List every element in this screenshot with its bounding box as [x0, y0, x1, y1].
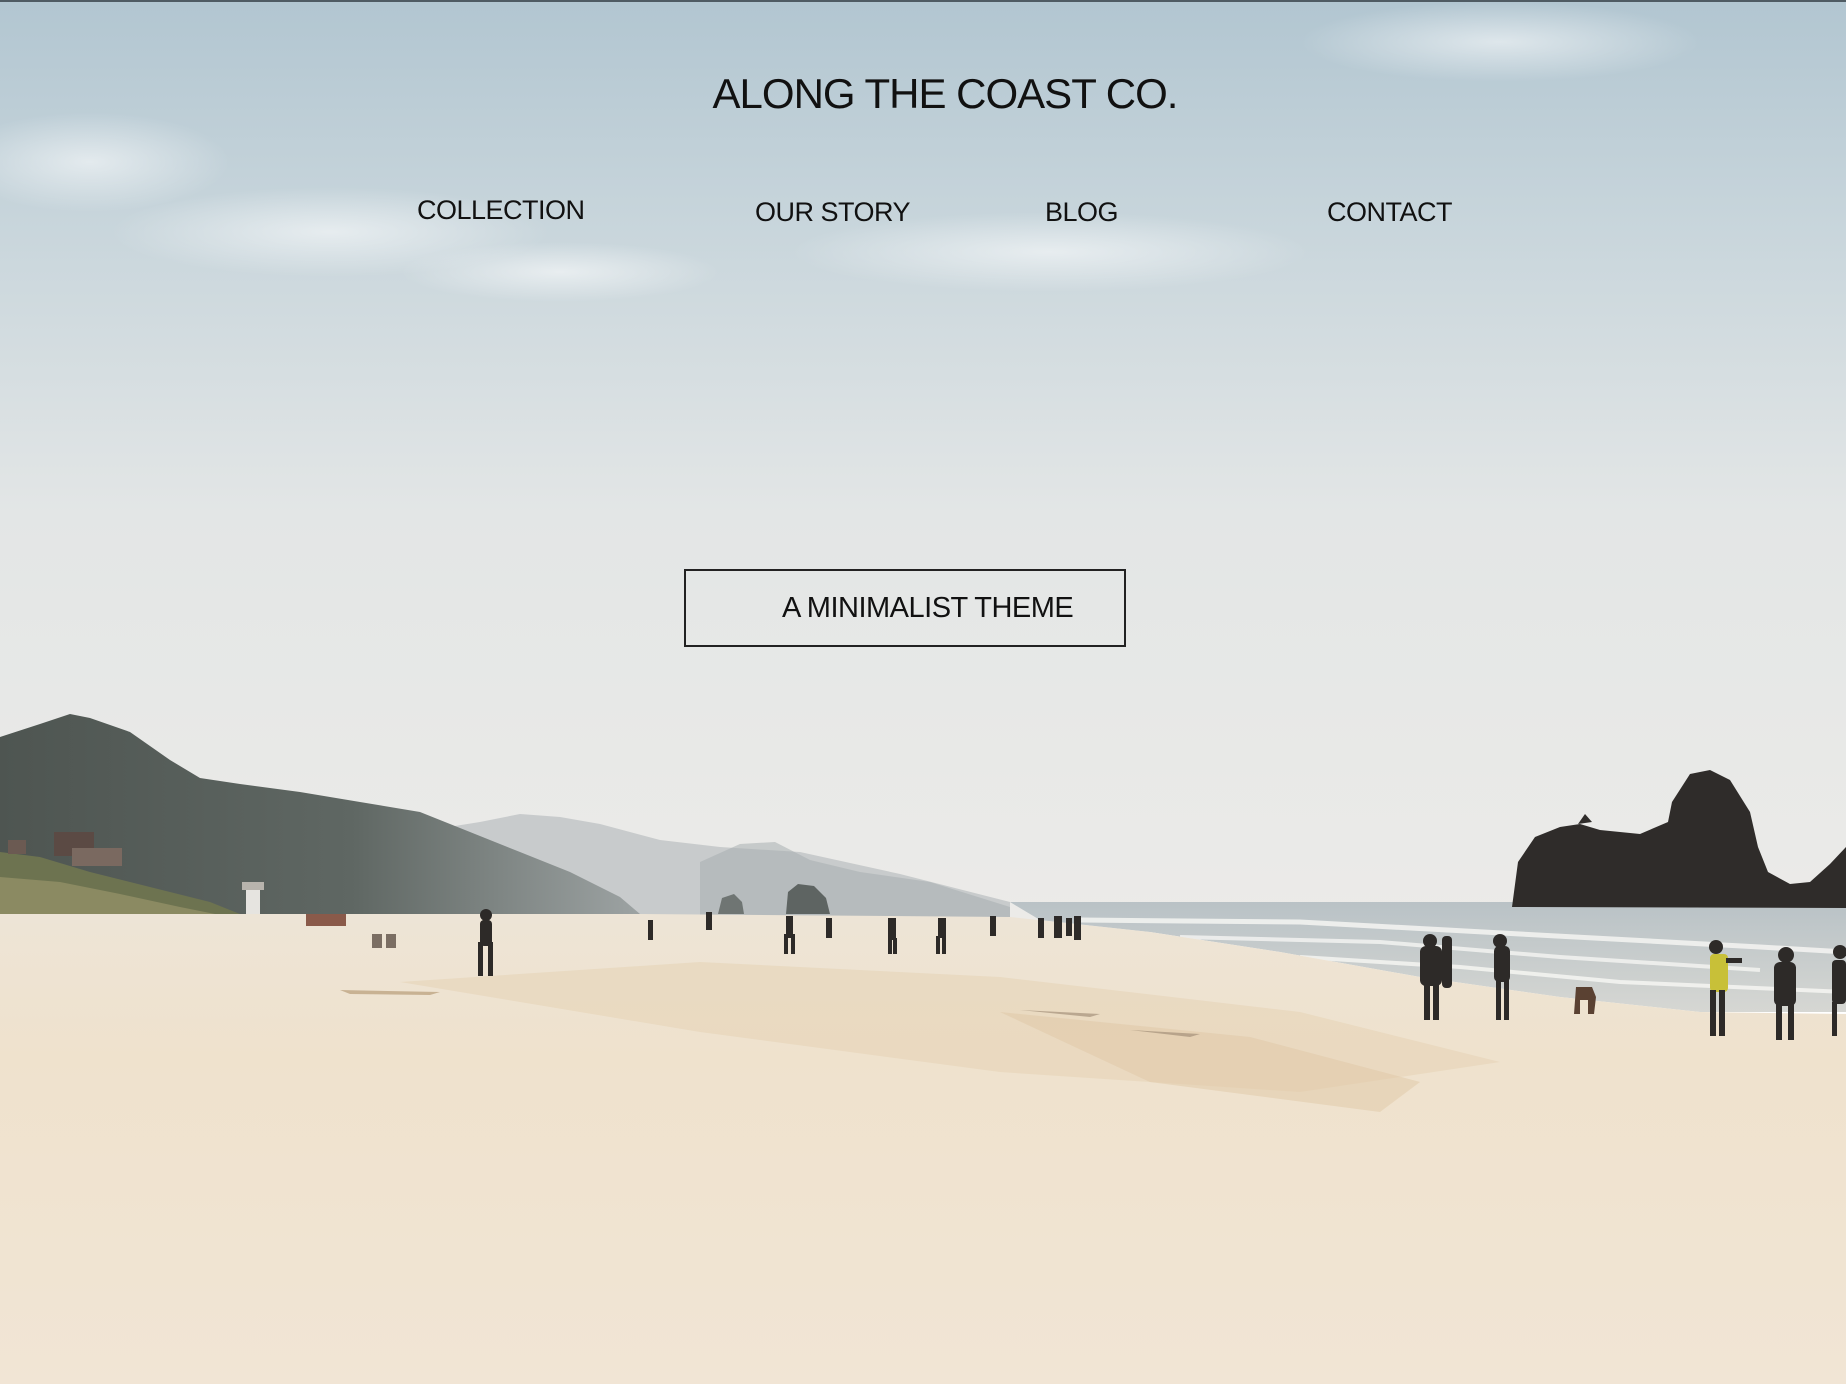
nav-our-story[interactable]: OUR STORY [755, 197, 911, 228]
site-title[interactable]: ALONG THE COAST CO. [0, 70, 1846, 118]
hero-section: ALONG THE COAST CO. COLLECTION OUR STORY… [0, 0, 1846, 1384]
nav-blog[interactable]: BLOG [1045, 197, 1119, 228]
beach-hero-image [0, 2, 1846, 1384]
nav-collection[interactable]: COLLECTION [417, 195, 585, 226]
landing-page: ALONG THE COAST CO. COLLECTION OUR STORY… [0, 0, 1846, 1386]
minimalist-theme-button[interactable]: A MINIMALIST THEME [684, 569, 1126, 647]
nav-contact[interactable]: CONTACT [1327, 197, 1453, 228]
